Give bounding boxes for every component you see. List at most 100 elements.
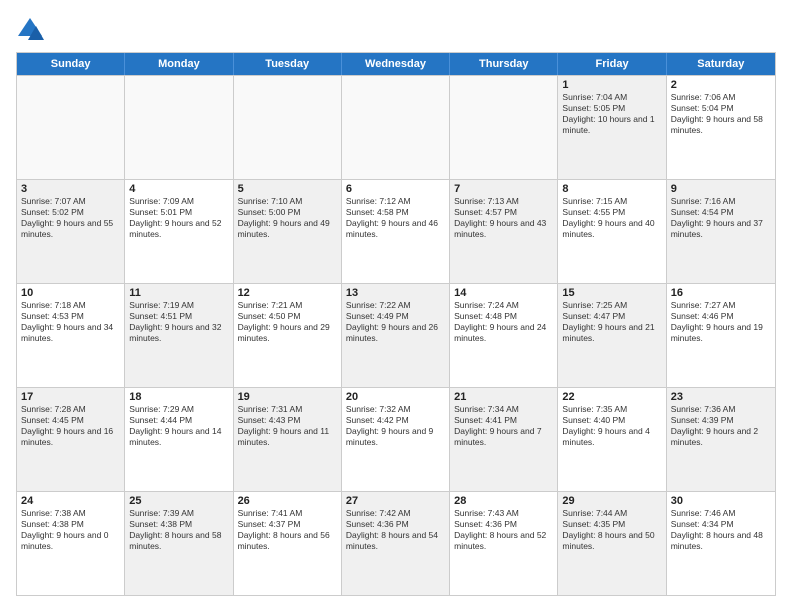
cell-info: Sunrise: 7:22 AM Sunset: 4:49 PM Dayligh… xyxy=(346,300,445,344)
cell-info: Sunrise: 7:44 AM Sunset: 4:35 PM Dayligh… xyxy=(562,508,661,552)
cal-cell-21: 21Sunrise: 7:34 AM Sunset: 4:41 PM Dayli… xyxy=(450,388,558,491)
calendar-row-2: 10Sunrise: 7:18 AM Sunset: 4:53 PM Dayli… xyxy=(17,283,775,387)
cal-cell-15: 15Sunrise: 7:25 AM Sunset: 4:47 PM Dayli… xyxy=(558,284,666,387)
cal-cell-5: 5Sunrise: 7:10 AM Sunset: 5:00 PM Daylig… xyxy=(234,180,342,283)
day-number: 15 xyxy=(562,287,661,299)
cell-info: Sunrise: 7:35 AM Sunset: 4:40 PM Dayligh… xyxy=(562,404,661,448)
cal-cell-20: 20Sunrise: 7:32 AM Sunset: 4:42 PM Dayli… xyxy=(342,388,450,491)
header-day-monday: Monday xyxy=(125,53,233,75)
cell-info: Sunrise: 7:38 AM Sunset: 4:38 PM Dayligh… xyxy=(21,508,120,552)
day-number: 29 xyxy=(562,495,661,507)
calendar-row-4: 24Sunrise: 7:38 AM Sunset: 4:38 PM Dayli… xyxy=(17,491,775,595)
cal-cell-empty-0-3 xyxy=(342,76,450,179)
page: SundayMondayTuesdayWednesdayThursdayFrid… xyxy=(0,0,792,612)
cal-cell-3: 3Sunrise: 7:07 AM Sunset: 5:02 PM Daylig… xyxy=(17,180,125,283)
day-number: 19 xyxy=(238,391,337,403)
cell-info: Sunrise: 7:28 AM Sunset: 4:45 PM Dayligh… xyxy=(21,404,120,448)
cell-info: Sunrise: 7:15 AM Sunset: 4:55 PM Dayligh… xyxy=(562,196,661,240)
cal-cell-25: 25Sunrise: 7:39 AM Sunset: 4:38 PM Dayli… xyxy=(125,492,233,595)
cal-cell-27: 27Sunrise: 7:42 AM Sunset: 4:36 PM Dayli… xyxy=(342,492,450,595)
header-day-wednesday: Wednesday xyxy=(342,53,450,75)
cal-cell-12: 12Sunrise: 7:21 AM Sunset: 4:50 PM Dayli… xyxy=(234,284,342,387)
day-number: 2 xyxy=(671,79,771,91)
cal-cell-11: 11Sunrise: 7:19 AM Sunset: 4:51 PM Dayli… xyxy=(125,284,233,387)
day-number: 27 xyxy=(346,495,445,507)
day-number: 5 xyxy=(238,183,337,195)
day-number: 25 xyxy=(129,495,228,507)
day-number: 17 xyxy=(21,391,120,403)
cell-info: Sunrise: 7:04 AM Sunset: 5:05 PM Dayligh… xyxy=(562,92,661,136)
cal-cell-empty-0-4 xyxy=(450,76,558,179)
day-number: 13 xyxy=(346,287,445,299)
cell-info: Sunrise: 7:31 AM Sunset: 4:43 PM Dayligh… xyxy=(238,404,337,448)
day-number: 12 xyxy=(238,287,337,299)
day-number: 10 xyxy=(21,287,120,299)
cell-info: Sunrise: 7:06 AM Sunset: 5:04 PM Dayligh… xyxy=(671,92,771,136)
cal-cell-17: 17Sunrise: 7:28 AM Sunset: 4:45 PM Dayli… xyxy=(17,388,125,491)
cal-cell-8: 8Sunrise: 7:15 AM Sunset: 4:55 PM Daylig… xyxy=(558,180,666,283)
cal-cell-18: 18Sunrise: 7:29 AM Sunset: 4:44 PM Dayli… xyxy=(125,388,233,491)
header-day-saturday: Saturday xyxy=(667,53,775,75)
cell-info: Sunrise: 7:12 AM Sunset: 4:58 PM Dayligh… xyxy=(346,196,445,240)
cell-info: Sunrise: 7:34 AM Sunset: 4:41 PM Dayligh… xyxy=(454,404,553,448)
cell-info: Sunrise: 7:39 AM Sunset: 4:38 PM Dayligh… xyxy=(129,508,228,552)
cal-cell-empty-0-1 xyxy=(125,76,233,179)
cell-info: Sunrise: 7:07 AM Sunset: 5:02 PM Dayligh… xyxy=(21,196,120,240)
day-number: 6 xyxy=(346,183,445,195)
day-number: 30 xyxy=(671,495,771,507)
cal-cell-1: 1Sunrise: 7:04 AM Sunset: 5:05 PM Daylig… xyxy=(558,76,666,179)
day-number: 16 xyxy=(671,287,771,299)
cell-info: Sunrise: 7:43 AM Sunset: 4:36 PM Dayligh… xyxy=(454,508,553,552)
cell-info: Sunrise: 7:18 AM Sunset: 4:53 PM Dayligh… xyxy=(21,300,120,344)
calendar: SundayMondayTuesdayWednesdayThursdayFrid… xyxy=(16,52,776,596)
cal-cell-23: 23Sunrise: 7:36 AM Sunset: 4:39 PM Dayli… xyxy=(667,388,775,491)
cal-cell-empty-0-2 xyxy=(234,76,342,179)
cal-cell-13: 13Sunrise: 7:22 AM Sunset: 4:49 PM Dayli… xyxy=(342,284,450,387)
day-number: 24 xyxy=(21,495,120,507)
day-number: 4 xyxy=(129,183,228,195)
cell-info: Sunrise: 7:36 AM Sunset: 4:39 PM Dayligh… xyxy=(671,404,771,448)
cal-cell-19: 19Sunrise: 7:31 AM Sunset: 4:43 PM Dayli… xyxy=(234,388,342,491)
day-number: 1 xyxy=(562,79,661,91)
cal-cell-16: 16Sunrise: 7:27 AM Sunset: 4:46 PM Dayli… xyxy=(667,284,775,387)
header-day-thursday: Thursday xyxy=(450,53,558,75)
day-number: 3 xyxy=(21,183,120,195)
day-number: 18 xyxy=(129,391,228,403)
cal-cell-14: 14Sunrise: 7:24 AM Sunset: 4:48 PM Dayli… xyxy=(450,284,558,387)
cell-info: Sunrise: 7:29 AM Sunset: 4:44 PM Dayligh… xyxy=(129,404,228,448)
calendar-row-0: 1Sunrise: 7:04 AM Sunset: 5:05 PM Daylig… xyxy=(17,75,775,179)
calendar-row-1: 3Sunrise: 7:07 AM Sunset: 5:02 PM Daylig… xyxy=(17,179,775,283)
cell-info: Sunrise: 7:27 AM Sunset: 4:46 PM Dayligh… xyxy=(671,300,771,344)
cal-cell-2: 2Sunrise: 7:06 AM Sunset: 5:04 PM Daylig… xyxy=(667,76,775,179)
cal-cell-26: 26Sunrise: 7:41 AM Sunset: 4:37 PM Dayli… xyxy=(234,492,342,595)
cell-info: Sunrise: 7:41 AM Sunset: 4:37 PM Dayligh… xyxy=(238,508,337,552)
day-number: 8 xyxy=(562,183,661,195)
day-number: 21 xyxy=(454,391,553,403)
cell-info: Sunrise: 7:25 AM Sunset: 4:47 PM Dayligh… xyxy=(562,300,661,344)
day-number: 22 xyxy=(562,391,661,403)
header-day-sunday: Sunday xyxy=(17,53,125,75)
cal-cell-30: 30Sunrise: 7:46 AM Sunset: 4:34 PM Dayli… xyxy=(667,492,775,595)
day-number: 28 xyxy=(454,495,553,507)
cell-info: Sunrise: 7:24 AM Sunset: 4:48 PM Dayligh… xyxy=(454,300,553,344)
cell-info: Sunrise: 7:42 AM Sunset: 4:36 PM Dayligh… xyxy=(346,508,445,552)
cal-cell-28: 28Sunrise: 7:43 AM Sunset: 4:36 PM Dayli… xyxy=(450,492,558,595)
day-number: 23 xyxy=(671,391,771,403)
logo-icon xyxy=(16,16,44,44)
day-number: 9 xyxy=(671,183,771,195)
cell-info: Sunrise: 7:19 AM Sunset: 4:51 PM Dayligh… xyxy=(129,300,228,344)
cell-info: Sunrise: 7:46 AM Sunset: 4:34 PM Dayligh… xyxy=(671,508,771,552)
cell-info: Sunrise: 7:32 AM Sunset: 4:42 PM Dayligh… xyxy=(346,404,445,448)
cal-cell-empty-0-0 xyxy=(17,76,125,179)
cal-cell-4: 4Sunrise: 7:09 AM Sunset: 5:01 PM Daylig… xyxy=(125,180,233,283)
calendar-body: 1Sunrise: 7:04 AM Sunset: 5:05 PM Daylig… xyxy=(17,75,775,595)
cell-info: Sunrise: 7:09 AM Sunset: 5:01 PM Dayligh… xyxy=(129,196,228,240)
header xyxy=(16,16,776,44)
calendar-row-3: 17Sunrise: 7:28 AM Sunset: 4:45 PM Dayli… xyxy=(17,387,775,491)
logo xyxy=(16,16,48,44)
cell-info: Sunrise: 7:16 AM Sunset: 4:54 PM Dayligh… xyxy=(671,196,771,240)
cal-cell-10: 10Sunrise: 7:18 AM Sunset: 4:53 PM Dayli… xyxy=(17,284,125,387)
header-day-tuesday: Tuesday xyxy=(234,53,342,75)
cell-info: Sunrise: 7:10 AM Sunset: 5:00 PM Dayligh… xyxy=(238,196,337,240)
day-number: 7 xyxy=(454,183,553,195)
